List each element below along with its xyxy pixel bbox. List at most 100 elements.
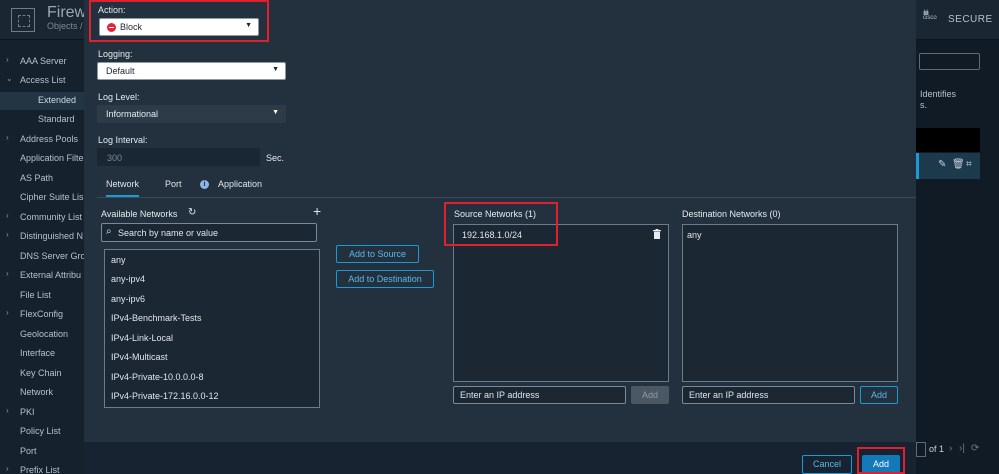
cisco-secure-logo: ılıılı cisco SECURE bbox=[921, 10, 999, 29]
next-page-icon[interactable]: › bbox=[949, 443, 952, 454]
tab-application-label: Application bbox=[218, 179, 263, 189]
available-networks-search-input[interactable]: ⌕ Search by name or value bbox=[101, 223, 317, 242]
sidebar-item-distinguished-name[interactable]: › Distinguished N bbox=[0, 228, 84, 246]
sidebar-item-key-chain[interactable]: Key Chain bbox=[0, 365, 84, 383]
sidebar-item-geolocation[interactable]: Geolocation bbox=[0, 326, 84, 344]
tab-port[interactable]: Port bbox=[165, 179, 182, 189]
list-item[interactable]: any-ipv4 bbox=[111, 274, 145, 284]
list-item[interactable]: IPv4-Private-10.0.0.0-8 bbox=[111, 372, 204, 382]
sidebar: › AAA Server ⌄ Access List Extended Standa… bbox=[0, 40, 84, 474]
log-level-value: Informational bbox=[106, 109, 159, 119]
source-add-button[interactable]: Add bbox=[631, 386, 669, 404]
background-search-input[interactable] bbox=[919, 53, 980, 70]
log-level-select[interactable]: Informational ▼ bbox=[97, 105, 286, 123]
destination-networks-title: Destination Networks (0) bbox=[682, 209, 781, 219]
sidebar-item-label: Key Chain bbox=[20, 368, 62, 378]
sidebar-item-label: File List bbox=[20, 290, 52, 300]
sidebar-item-access-list[interactable]: ⌄ Access List bbox=[0, 72, 84, 90]
sidebar-item-label: Prefix List bbox=[20, 465, 60, 474]
cancel-button[interactable]: Cancel bbox=[802, 455, 852, 474]
destination-ip-placeholder: Enter an IP address bbox=[689, 390, 769, 400]
source-networks-list: 192.168.1.0/24 bbox=[453, 224, 669, 382]
background-selected-row[interactable]: ✎ 🗑 ⌗ bbox=[916, 153, 980, 179]
destination-add-button[interactable]: Add bbox=[860, 386, 898, 404]
page-count: of 1 bbox=[929, 444, 945, 454]
background-description-end: s. bbox=[920, 100, 928, 110]
chevron-right-icon: › bbox=[6, 269, 9, 278]
sidebar-item-interface[interactable]: Interface bbox=[0, 345, 84, 363]
brand-cisco: cisco bbox=[923, 15, 937, 21]
info-icon: i bbox=[200, 180, 209, 189]
refresh-icon[interactable]: ⟳ bbox=[971, 443, 979, 454]
sidebar-item-community-list[interactable]: › Community List bbox=[0, 209, 84, 227]
list-item[interactable]: IPv4-Private-172.16.0.0-12 bbox=[111, 391, 219, 401]
sidebar-item-label: AAA Server bbox=[20, 56, 67, 66]
sidebar-item-label: PKI bbox=[20, 407, 35, 417]
sidebar-item-file-list[interactable]: File List bbox=[0, 287, 84, 305]
add-network-plus-icon[interactable]: + bbox=[313, 203, 321, 219]
logging-select[interactable]: Default ▼ bbox=[97, 62, 286, 80]
source-ip-input[interactable]: Enter an IP address bbox=[453, 386, 626, 404]
tab-network[interactable]: Network bbox=[106, 179, 140, 197]
sidebar-item-label: Network bbox=[20, 387, 54, 397]
add-rule-modal: Action: Block ▼ Logging: Default ▼ Log L… bbox=[84, 0, 916, 474]
sidebar-item-address-pools[interactable]: › Address Pools bbox=[0, 131, 84, 149]
chevron-down-icon: ⌄ bbox=[6, 74, 13, 83]
delete-icon[interactable]: 🗑 bbox=[952, 159, 965, 170]
destination-networks-list: any bbox=[682, 224, 898, 382]
sidebar-item-port[interactable]: Port bbox=[0, 443, 84, 461]
sidebar-item-label: FlexConfig bbox=[20, 309, 64, 319]
chevron-right-icon: › bbox=[6, 55, 9, 64]
list-item[interactable]: IPv4-Benchmark-Tests bbox=[111, 313, 202, 323]
sidebar-item-label: DNS Server Gro bbox=[20, 251, 84, 261]
add-to-source-button[interactable]: Add to Source bbox=[336, 245, 419, 263]
sidebar-item-label: Port bbox=[20, 446, 37, 456]
sidebar-item-cipher-suite-list[interactable]: Cipher Suite Lis bbox=[0, 189, 84, 207]
sidebar-item-label: Interface bbox=[20, 348, 56, 358]
sidebar-item-label: Community List bbox=[20, 212, 83, 222]
tab-bar: Network Port i Application bbox=[97, 175, 916, 198]
sidebar-item-aaa-server[interactable]: › AAA Server bbox=[0, 53, 84, 71]
caret-down-icon: ▼ bbox=[272, 66, 279, 73]
sidebar-item-standard[interactable]: Standard bbox=[0, 111, 84, 129]
sidebar-item-application-filters[interactable]: Application Filte bbox=[0, 150, 84, 168]
log-interval-input[interactable]: 300 bbox=[97, 148, 260, 166]
chevron-right-icon: › bbox=[6, 133, 9, 142]
available-networks-title: Available Networks bbox=[101, 209, 178, 219]
edit-icon[interactable]: ✎ bbox=[938, 159, 946, 170]
sidebar-item-external-attributes[interactable]: › External Attribu bbox=[0, 267, 84, 285]
sidebar-item-pki[interactable]: › PKI bbox=[0, 404, 84, 422]
list-item[interactable]: any-ipv6 bbox=[111, 294, 145, 304]
binoculars-icon[interactable]: ⌗ bbox=[966, 159, 972, 170]
list-item[interactable]: IPv4-Link-Local bbox=[111, 333, 173, 343]
sidebar-item-as-path[interactable]: AS Path bbox=[0, 170, 84, 188]
sidebar-item-label: Standard bbox=[38, 114, 75, 124]
breadcrumb: Objects / bbox=[47, 21, 83, 31]
sidebar-item-flexconfig[interactable]: › FlexConfig bbox=[0, 306, 84, 324]
add-to-destination-button[interactable]: Add to Destination bbox=[336, 270, 434, 288]
background-content: Identifies s. ✎ 🗑 ⌗ of 1 › ›| ⟳ bbox=[916, 40, 999, 474]
logging-value: Default bbox=[106, 66, 135, 76]
search-placeholder: Search by name or value bbox=[118, 228, 219, 238]
destination-ip-input[interactable]: Enter an IP address bbox=[682, 386, 855, 404]
modal-footer: Cancel Add bbox=[84, 442, 916, 474]
sidebar-item-policy-list[interactable]: Policy List bbox=[0, 423, 84, 441]
sidebar-item-dns-server-group[interactable]: DNS Server Gro bbox=[0, 248, 84, 266]
sidebar-item-prefix-list[interactable]: › Prefix List bbox=[0, 462, 84, 474]
destination-network-item[interactable]: any bbox=[687, 230, 702, 240]
highlight-add-button bbox=[857, 447, 905, 474]
trash-icon[interactable] bbox=[653, 229, 661, 239]
sidebar-item-label: Address Pools bbox=[20, 134, 79, 144]
log-interval-unit: Sec. bbox=[266, 153, 285, 163]
sidebar-item-network[interactable]: Network bbox=[0, 384, 84, 402]
sidebar-item-label: Distinguished N bbox=[20, 231, 84, 241]
last-page-icon[interactable]: ›| bbox=[959, 443, 965, 454]
page-number-input[interactable] bbox=[916, 442, 926, 457]
chevron-right-icon: › bbox=[6, 230, 9, 239]
refresh-icon[interactable]: ↻ bbox=[188, 207, 196, 218]
list-item[interactable]: IPv4-Multicast bbox=[111, 352, 168, 362]
app-logo-icon bbox=[11, 8, 35, 32]
sidebar-item-extended[interactable]: Extended bbox=[0, 92, 84, 110]
chevron-right-icon: › bbox=[6, 308, 9, 317]
list-item[interactable]: any bbox=[111, 255, 126, 265]
